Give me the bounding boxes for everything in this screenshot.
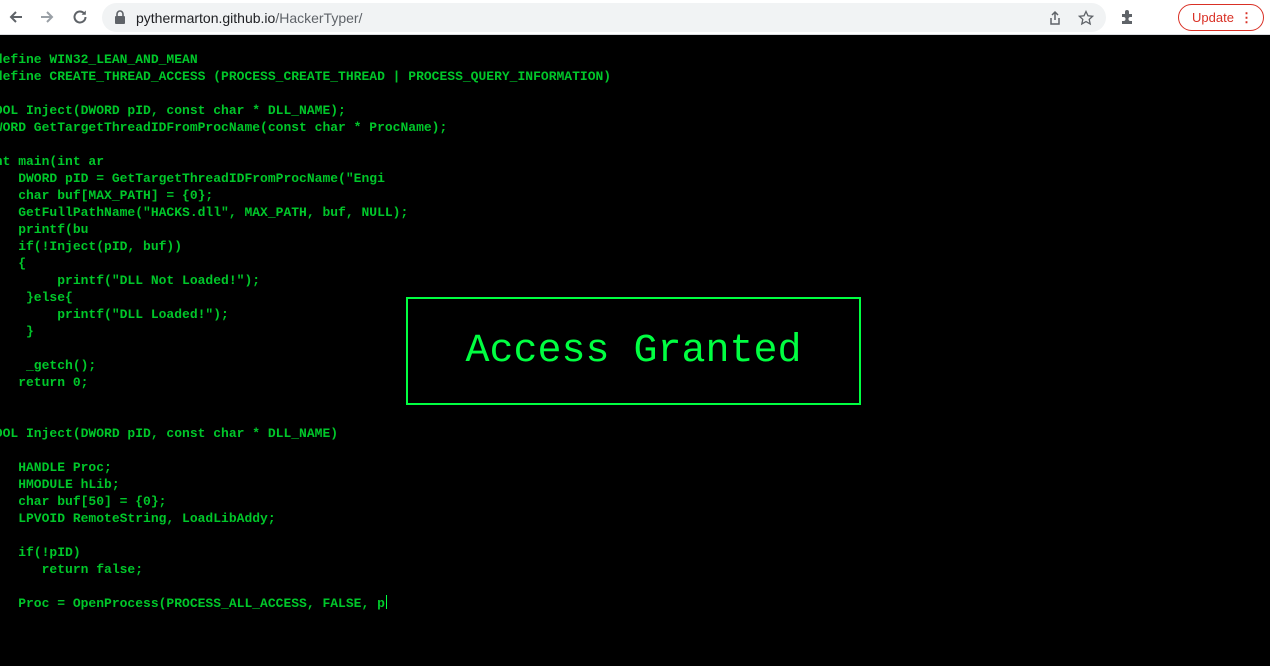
reload-icon[interactable]	[69, 6, 91, 28]
code-line: #define WIN32_LEAN_AND_MEAN	[0, 52, 198, 67]
code-line: return false;	[0, 562, 144, 577]
code-line: }	[26, 324, 34, 339]
code-line: #define CREATE_THREAD_ACCESS (PROCESS_CR…	[0, 69, 612, 84]
code-line: int main(int ar	[0, 154, 105, 169]
lock-icon[interactable]	[114, 10, 126, 29]
code-line: {	[18, 256, 27, 271]
address-bar[interactable]: pythermarton.github.io/HackerTyper/	[102, 3, 1106, 32]
code-line: Proc = OpenProcess(PROCESS_ALL_ACCESS, F…	[0, 596, 385, 611]
extensions-icon[interactable]	[1118, 7, 1138, 27]
code-line: DWORD GetTargetThreadIDFromProcName(cons…	[0, 120, 448, 135]
code-line: printf(bu	[18, 222, 89, 237]
access-granted-box: Access Granted	[406, 297, 861, 405]
code-line: char buf[MAX_PATH] = {0};	[0, 188, 214, 203]
code-line: HANDLE Proc;	[18, 460, 112, 475]
url-host: pythermarton.github.io	[136, 10, 276, 26]
code-line: printf("DLL Not Loaded!");	[0, 273, 261, 288]
code-line: printf("DLL Loaded!");	[0, 307, 229, 322]
code-line: if(!Inject(pID, buf))	[0, 239, 183, 254]
back-icon[interactable]	[5, 6, 27, 28]
code-line: LPVOID RemoteString, LoadLibAddy;	[0, 511, 276, 526]
code-line: _getch();	[26, 358, 97, 373]
menu-dots-icon[interactable]: ⋮	[1240, 5, 1253, 30]
code-line: BOOL Inject(DWORD pID, const char * DLL_…	[0, 103, 346, 118]
code-line: }else{	[26, 290, 73, 305]
access-granted-text: Access Granted	[465, 328, 802, 374]
forward-icon[interactable]	[36, 6, 58, 28]
text-cursor	[385, 595, 387, 609]
share-icon[interactable]	[1046, 9, 1064, 27]
update-label: Update	[1192, 10, 1234, 25]
code-line: return 0;	[18, 375, 89, 390]
url-path: /HackerTyper/	[275, 10, 363, 26]
url-text[interactable]: pythermarton.github.io/HackerTyper/	[136, 10, 362, 26]
browser-toolbar: pythermarton.github.io/HackerTyper/ Upda…	[0, 0, 1270, 35]
code-line: if(!pID)	[18, 545, 81, 560]
code-line: char buf[50] = {0};	[0, 494, 167, 509]
code-line: GetFullPathName("HACKS.dll", MAX_PATH, b…	[0, 205, 409, 220]
code-line: BOOL Inject(DWORD pID, const char * DLL_…	[0, 426, 339, 441]
star-icon[interactable]	[1077, 9, 1095, 27]
update-button[interactable]: Update ⋮	[1178, 4, 1264, 31]
code-line: DWORD pID = GetTargetThreadIDFromProcNam…	[0, 171, 385, 186]
code-line: HMODULE hLib;	[0, 477, 120, 492]
